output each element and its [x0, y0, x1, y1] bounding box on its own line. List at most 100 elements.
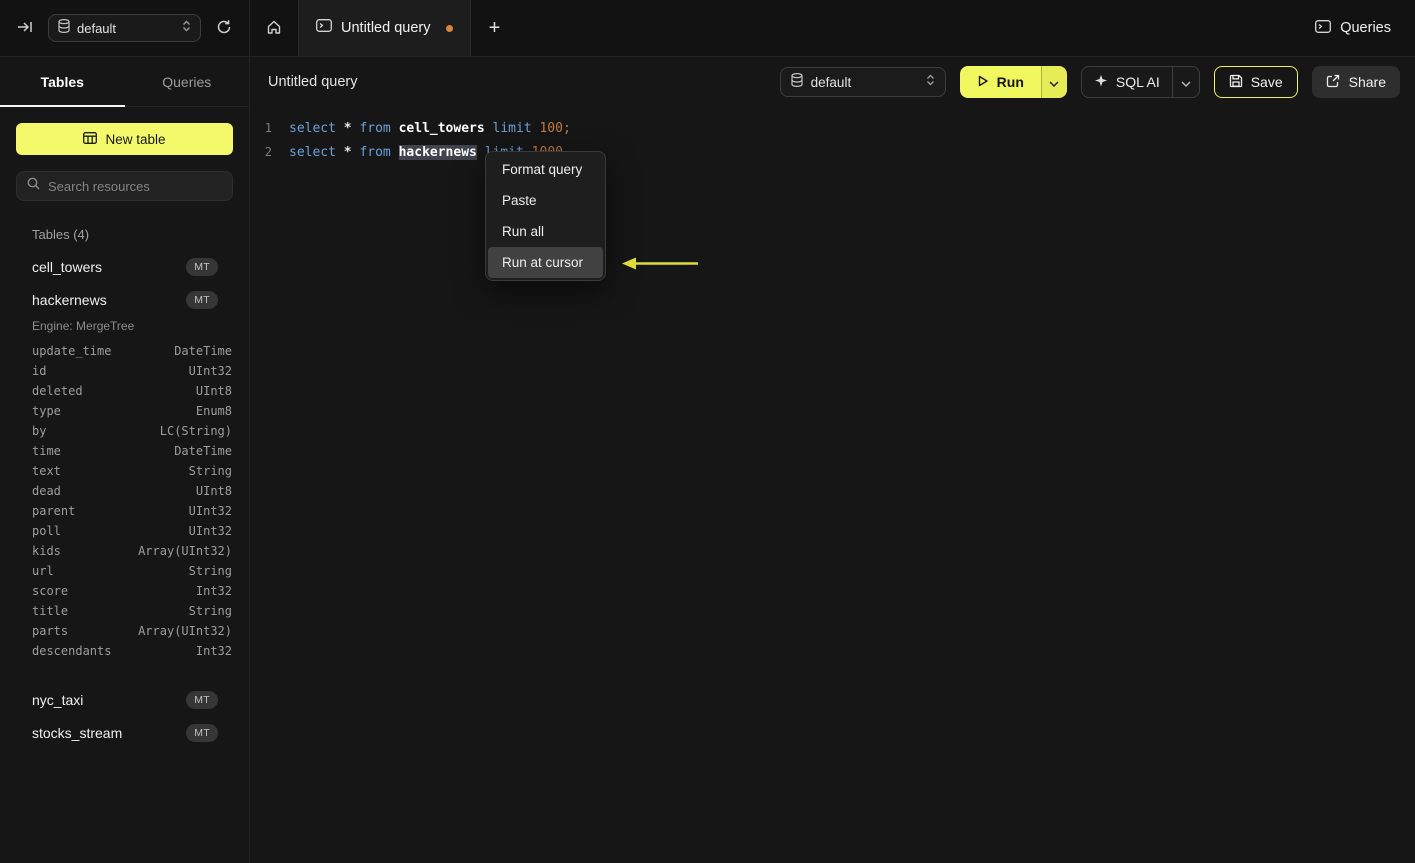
column-name: text: [32, 464, 61, 478]
code-token: limit: [492, 120, 532, 136]
queries-button-label: Queries: [1340, 20, 1391, 36]
database-icon: [791, 72, 803, 92]
topbar-left: default: [0, 0, 250, 56]
column-row: kids Array(UInt32): [16, 541, 233, 561]
line-number: 1: [264, 121, 272, 135]
table-row-hackernews[interactable]: hackernews MT: [16, 283, 233, 316]
column-type: UInt32: [188, 504, 232, 518]
table-name: nyc_taxi: [32, 691, 84, 708]
table-name: hackernews: [32, 291, 107, 308]
column-name: descendants: [32, 644, 112, 658]
tab-label: Untitled query: [341, 20, 431, 36]
sql-ai-options-button[interactable]: [1171, 67, 1199, 97]
new-tab-button[interactable]: +: [471, 0, 517, 56]
run-options-button[interactable]: [1040, 66, 1067, 98]
sql-ai-label: SQL AI: [1115, 74, 1160, 90]
queries-button[interactable]: Queries: [1315, 19, 1391, 37]
code-token: from: [359, 144, 391, 160]
column-type: LC(String): [159, 424, 232, 438]
sql-ai-button-group: SQL AI: [1080, 66, 1200, 98]
table-row-nyc-taxi[interactable]: nyc_taxi MT: [16, 683, 233, 716]
tab-untitled-query[interactable]: Untitled query: [298, 0, 472, 56]
header-controls: default Run SQL AI Save Share: [779, 66, 1400, 98]
context-menu-item[interactable]: Run at cursor: [488, 247, 603, 278]
engine-badge: MT: [186, 690, 218, 709]
database-icon: [58, 18, 70, 38]
annotation-arrow-icon: [622, 257, 698, 270]
column-name: title: [32, 604, 69, 618]
column-type: String: [188, 604, 232, 618]
query-database-value: default: [810, 74, 852, 90]
code-line-1: select * from cell_towers limit 100;: [289, 121, 571, 136]
main-header: Untitled query default Run SQL AI Save S…: [250, 57, 1415, 107]
context-menu-item[interactable]: Format query: [488, 154, 603, 185]
column-name: update_time: [32, 344, 112, 358]
refresh-button[interactable]: [211, 15, 237, 41]
play-icon: [977, 74, 989, 90]
main-area: Untitled query default Run SQL AI Save S…: [250, 57, 1415, 863]
engine-badge: MT: [186, 723, 218, 742]
query-database-select[interactable]: default: [779, 67, 946, 97]
column-type: DateTime: [174, 444, 232, 458]
sidebar-collapse-button[interactable]: [12, 15, 38, 41]
editor-context-menu: Format query Paste Run all Run at cursor: [485, 151, 606, 281]
column-type: DateTime: [174, 344, 232, 358]
new-table-button[interactable]: New table: [16, 123, 233, 155]
topbar: default Untitled query + Queries: [0, 0, 1415, 57]
search-box: [16, 171, 233, 201]
column-type: UInt32: [188, 524, 232, 538]
topbar-database-select[interactable]: default: [48, 14, 201, 42]
sidebar: Tables Queries New table Tables (4): [0, 57, 250, 863]
code-token: select: [289, 120, 336, 136]
sidebar-tab-tables[interactable]: Tables: [0, 57, 125, 107]
engine-badge: MT: [186, 257, 218, 276]
table-grid-icon: [83, 131, 98, 147]
home-button[interactable]: [250, 0, 298, 56]
run-button[interactable]: Run: [959, 66, 1041, 98]
column-type: Array(UInt32): [138, 624, 232, 638]
engine-detail: Engine: MergeTree: [32, 319, 135, 333]
sql-editor[interactable]: 1 select * from cell_towers limit 100; 2…: [250, 107, 1415, 863]
column-row: type Enum8: [16, 401, 233, 421]
code-token: ;: [562, 120, 571, 136]
column-name: url: [32, 564, 54, 578]
search-icon: [27, 177, 40, 195]
column-row: descendants Int32: [16, 641, 233, 661]
column-row: poll UInt32: [16, 521, 233, 541]
sql-ai-button[interactable]: SQL AI: [1082, 67, 1172, 97]
column-row: text String: [16, 461, 233, 481]
sidebar-content: New table Tables (4) cell_towers MT hack…: [0, 107, 249, 765]
share-button-label: Share: [1348, 74, 1386, 90]
column-type: UInt8: [195, 484, 232, 498]
chevron-updown-icon: [926, 73, 935, 91]
queries-icon: [1315, 19, 1332, 37]
share-button[interactable]: Share: [1311, 66, 1400, 98]
code-token: hackernews: [398, 144, 477, 160]
table-row-cell-towers[interactable]: cell_towers MT: [16, 250, 233, 283]
body: Tables Queries New table Tables (4): [0, 57, 1415, 863]
tab-strip: Untitled query +: [250, 0, 517, 56]
column-name: id: [32, 364, 47, 378]
tables-section-label: Tables (4): [32, 227, 90, 242]
column-row: dead UInt8: [16, 481, 233, 501]
share-icon: [1326, 74, 1340, 91]
save-button[interactable]: Save: [1213, 66, 1298, 98]
sidebar-tab-queries[interactable]: Queries: [125, 57, 250, 106]
table-row-stocks-stream[interactable]: stocks_stream MT: [16, 716, 233, 749]
topbar-right: Queries: [1315, 0, 1415, 56]
column-name: deleted: [32, 384, 83, 398]
column-type: UInt32: [188, 364, 232, 378]
search-input[interactable]: [48, 178, 224, 194]
column-type: Array(UInt32): [138, 544, 232, 558]
context-menu-item[interactable]: Run all: [488, 216, 603, 247]
context-menu-item[interactable]: Paste: [488, 185, 603, 216]
code-token: *: [343, 120, 352, 136]
column-name: kids: [32, 544, 61, 558]
column-name: poll: [32, 524, 61, 538]
save-button-label: Save: [1250, 74, 1283, 90]
